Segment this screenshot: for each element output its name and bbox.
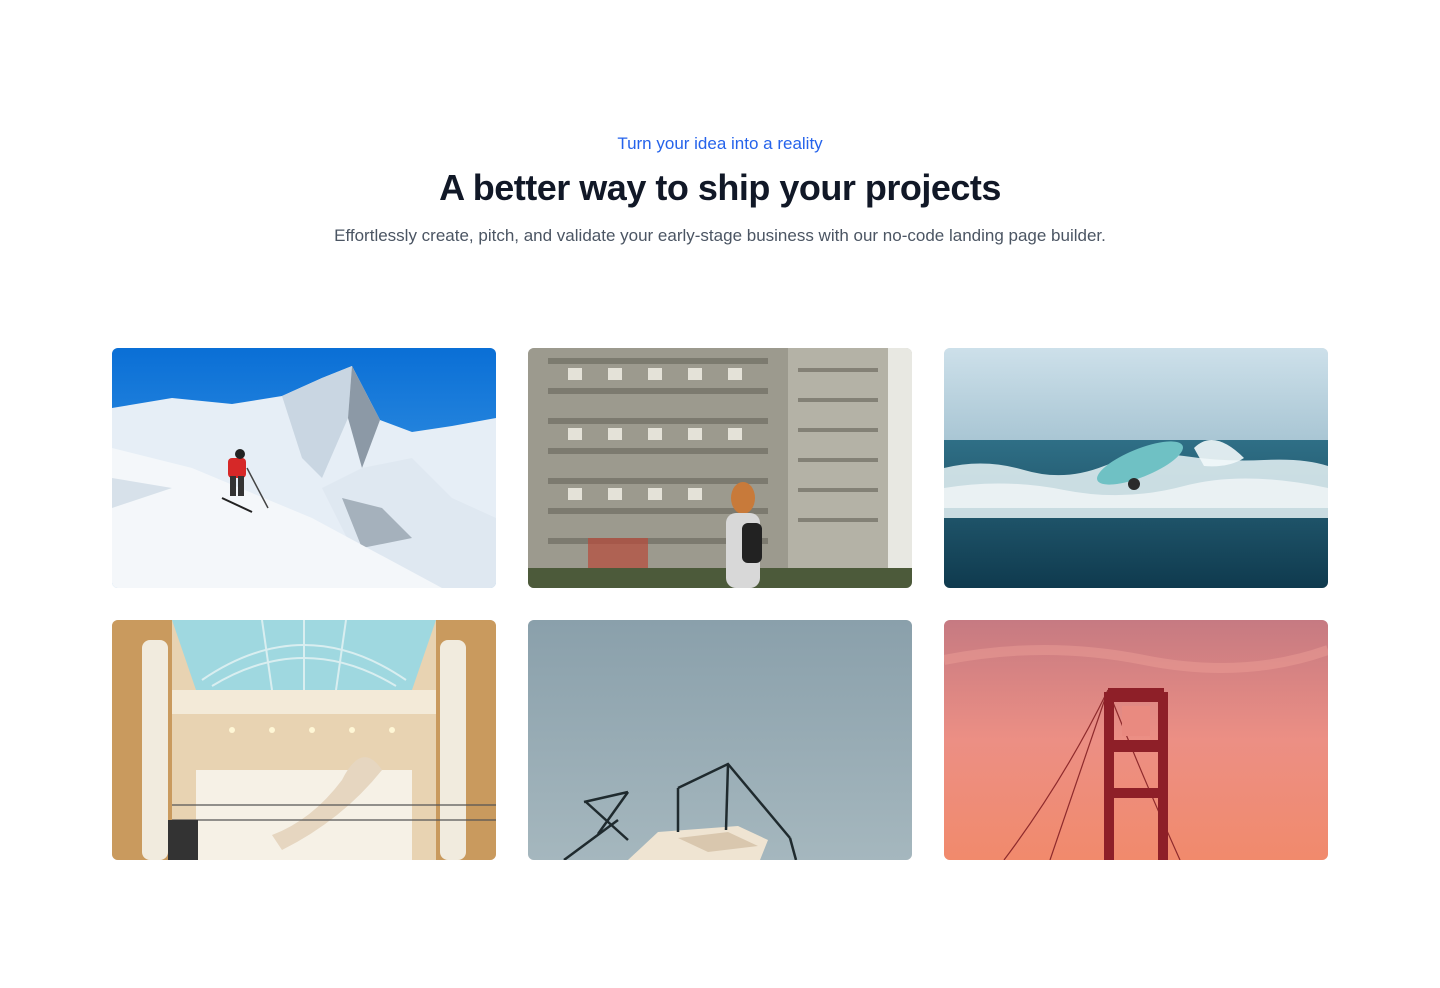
gallery-image-building[interactable] — [528, 348, 912, 588]
gallery-image-bridge[interactable] — [944, 620, 1328, 860]
skier-image — [112, 348, 496, 588]
gallery-image-rooftop[interactable] — [528, 620, 912, 860]
atrium-image — [112, 620, 496, 860]
gallery-image-skier[interactable] — [112, 348, 496, 588]
rooftop-image — [528, 620, 912, 860]
image-gallery — [112, 348, 1328, 860]
page-title: A better way to ship your projects — [439, 167, 1001, 208]
page-subtitle: Effortlessly create, pitch, and validate… — [334, 226, 1106, 245]
eyebrow-text: Turn your idea into a reality — [617, 134, 823, 153]
surfer-image — [944, 348, 1328, 588]
gallery-image-atrium[interactable] — [112, 620, 496, 860]
gallery-image-surfer[interactable] — [944, 348, 1328, 588]
building-image — [528, 348, 912, 588]
bridge-image — [944, 620, 1328, 860]
